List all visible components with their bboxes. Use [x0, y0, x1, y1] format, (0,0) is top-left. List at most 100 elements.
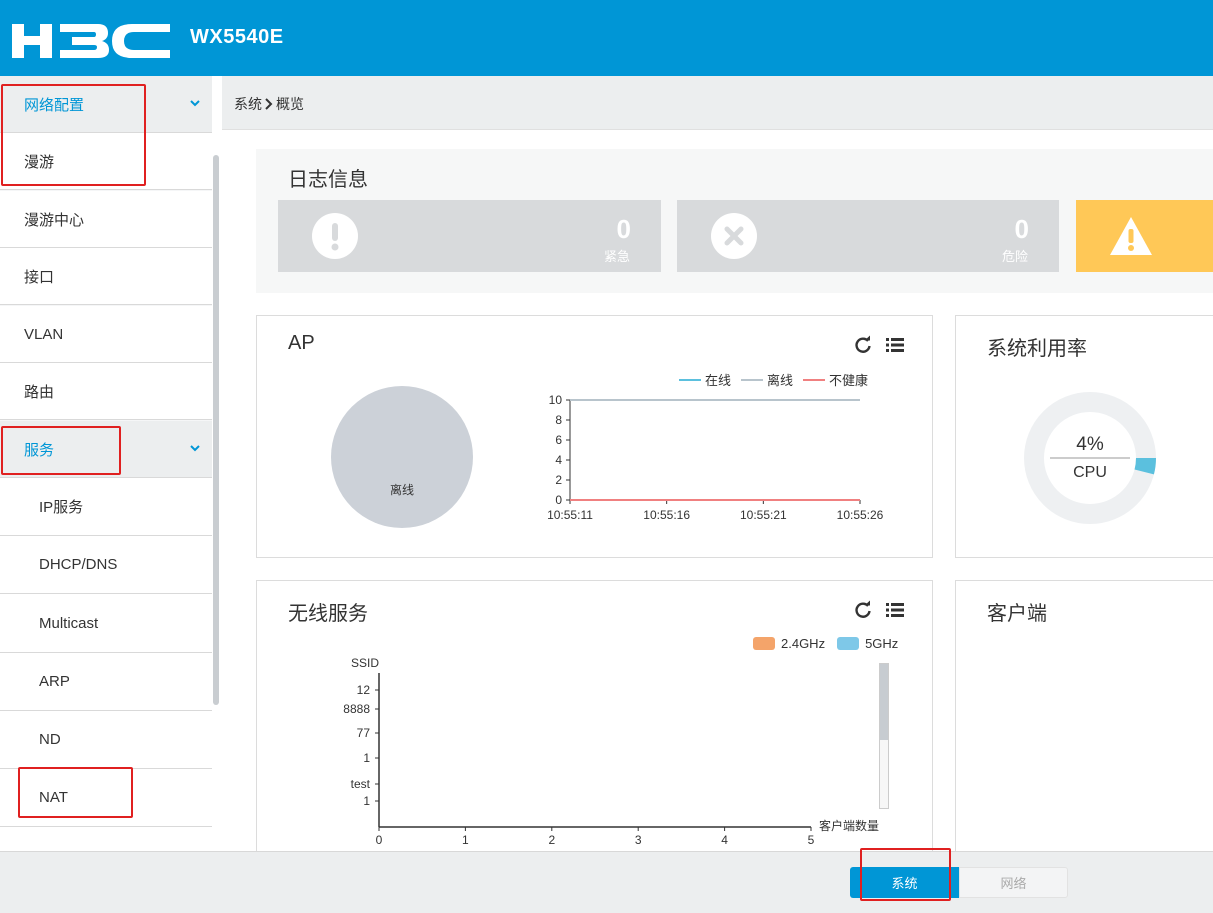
legend-swatch [679, 378, 701, 381]
breadcrumb-root[interactable]: 系统 [234, 94, 262, 114]
sidebar-item-label: Multicast [39, 614, 99, 632]
x-tick-label: 4 [721, 833, 728, 847]
chevron-down-icon [190, 445, 200, 452]
legend-swatch [837, 637, 860, 650]
panel-title: 日志信息 [288, 169, 368, 191]
breadcrumb: 系统 概览 [234, 94, 304, 114]
panel-title: 客户端 [987, 603, 1047, 625]
y-tick-label: 10 [549, 393, 563, 407]
sidebar-item-nat[interactable]: NAT [0, 769, 212, 827]
x-tick-label: 10:55:21 [740, 508, 787, 522]
system-utilization-panel: 系统利用率 4% CPU [955, 315, 1213, 558]
tab-network[interactable]: 网络 [959, 867, 1068, 898]
y-tick-label: 8 [555, 413, 562, 427]
sidebar-item-label: IP服务 [39, 499, 84, 516]
legend-label: 5GHz [865, 636, 899, 651]
panel-title: 系统利用率 [987, 338, 1087, 360]
y-tick-label: test [351, 777, 371, 791]
sidebar-item-ip-services[interactable]: IP服务 [0, 478, 212, 536]
sidebar-item-dhcp-dns[interactable]: DHCP/DNS [0, 536, 212, 594]
sidebar-item-label: 网络配置 [24, 96, 85, 114]
list-icon[interactable] [885, 335, 905, 355]
sidebar-scroll-thumb[interactable] [213, 155, 219, 705]
sidebar-group-services[interactable]: 服务 [0, 421, 212, 478]
refresh-icon[interactable] [853, 600, 873, 620]
x-tick-label: 10:55:16 [643, 508, 690, 522]
list-icon[interactable] [885, 600, 905, 620]
ap-pie-chart: 离线 [331, 386, 473, 528]
h3c-logo [12, 24, 170, 58]
sidebar-item-arp[interactable]: ARP [0, 653, 212, 711]
sidebar-item-label: ARP [39, 673, 70, 690]
ssid-bar-chart: SSID客户端数量128888771test10 1 2 3 4 5 [343, 656, 879, 847]
legend-item[interactable]: 离线 [741, 370, 793, 389]
sidebar-item-roaming[interactable]: 漫游 [0, 133, 212, 190]
chevron-down-icon [190, 100, 200, 107]
sidebar: 网络配置 漫游 漫游中心 接口 VLAN 路由 服务 IP服务 DHCP/DNS… [0, 76, 221, 851]
x-circle-icon [711, 213, 757, 259]
sidebar-item-label: ND [39, 731, 61, 748]
x-tick-label: 1 [462, 833, 469, 847]
breadcrumb-current: 概览 [276, 96, 304, 112]
client-panel: 客户端 [955, 580, 1213, 851]
sidebar-item-label: DHCP/DNS [39, 556, 118, 573]
ap-panel: AP 离线 在线 离线 不健康 0 2 4 6 8 10 10:55:11 10… [256, 315, 933, 558]
legend-swatch [741, 378, 764, 381]
sidebar-item-vlan[interactable]: VLAN [0, 306, 212, 363]
y-tick-label: 77 [357, 726, 371, 740]
sidebar-item-multicast[interactable]: Multicast [0, 594, 212, 653]
panel-title: 无线服务 [288, 603, 368, 625]
zoom-slider-handle[interactable] [880, 664, 888, 740]
sidebar-group-network-config[interactable]: 网络配置 [0, 76, 212, 133]
legend-label: 在线 [705, 373, 732, 388]
device-model: WX5540E [190, 26, 284, 48]
tab-system[interactable]: 系统 [850, 867, 959, 898]
ap-legend: 在线 离线 不健康 [679, 370, 868, 389]
y-tick-label: 0 [555, 493, 562, 507]
legend-swatch [803, 378, 826, 381]
sidebar-item-partial[interactable] [0, 827, 212, 851]
x-tick-label: 2 [548, 833, 555, 847]
legend-item[interactable]: 不健康 [803, 370, 868, 389]
x-tick-label: 3 [635, 833, 642, 847]
legend-label: 离线 [767, 373, 794, 388]
panel-title: AP [288, 332, 315, 354]
sidebar-item-routing[interactable]: 路由 [0, 363, 212, 420]
y-tick-label: 12 [357, 683, 371, 697]
sidebar-item-label: VLAN [24, 325, 64, 343]
y-tick-label: 1 [363, 794, 370, 808]
cpu-gauge: 4% CPU [1024, 392, 1156, 524]
log-info-panel: 日志信息 0 紧急 0 危险 [256, 149, 1213, 293]
legend-label: 不健康 [829, 373, 869, 388]
x-tick-label: 10:55:26 [837, 508, 884, 522]
breadcrumb-bar: 系统 概览 [222, 76, 1213, 130]
sidebar-item-label: 路由 [24, 383, 55, 401]
dashboard-content: 日志信息 0 紧急 0 危险 AP 离线 在线 离线 不健康 0 2 4 6 8… [222, 130, 1213, 851]
log-card-warning[interactable] [1076, 200, 1213, 272]
y-tick-label: 4 [555, 453, 562, 467]
x-tick-label: 5 [808, 833, 815, 847]
cpu-label: CPU [1073, 464, 1107, 481]
chart-zoom-slider[interactable] [879, 663, 889, 809]
sidebar-item-nd[interactable]: ND [0, 711, 212, 769]
sidebar-item-interface[interactable]: 接口 [0, 248, 212, 305]
y-tick-label: 2 [555, 473, 562, 487]
legend-item[interactable]: 2.4GHz [753, 636, 825, 651]
log-count: 0 [1014, 214, 1029, 244]
log-count: 0 [616, 214, 631, 244]
pie-label: 离线 [390, 482, 414, 497]
chevron-right-icon [265, 98, 273, 110]
legend-item[interactable]: 在线 [679, 370, 731, 389]
legend-label: 2.4GHz [781, 636, 826, 651]
warning-triangle-icon [1110, 217, 1152, 255]
sidebar-item-roaming-center[interactable]: 漫游中心 [0, 191, 212, 248]
log-label: 危险 [1001, 249, 1028, 264]
pie-slice-offline[interactable] [331, 386, 473, 528]
log-card-danger[interactable]: 0 危险 [677, 200, 1059, 272]
log-card-emergency[interactable]: 0 紧急 [278, 200, 661, 272]
legend-item[interactable]: 5GHz [837, 636, 898, 651]
sidebar-item-label: 漫游中心 [24, 211, 85, 229]
x-tick-label: 0 [376, 833, 383, 847]
gauge-fill [1134, 457, 1156, 475]
refresh-icon[interactable] [853, 335, 873, 355]
